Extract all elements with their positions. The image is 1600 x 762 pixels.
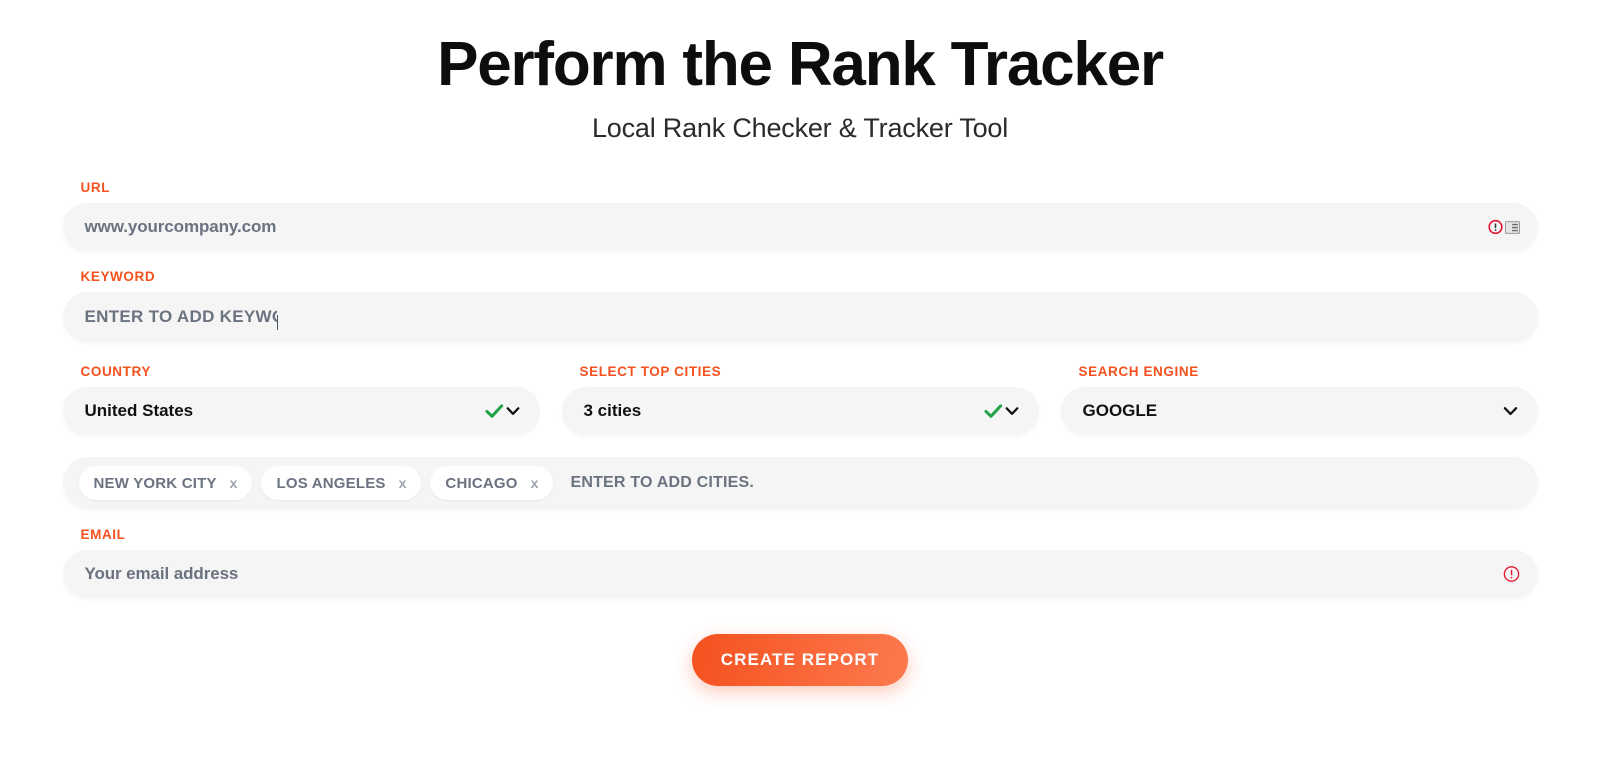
search-engine-select-adornment [1503,405,1518,417]
city-tag[interactable]: LOS ANGELES x [261,466,422,501]
city-tag-label: NEW YORK CITY [93,474,217,492]
text-cursor [276,307,286,331]
country-select-adornment [484,403,520,419]
search-engine-value: GOOGLE [1082,401,1158,421]
chevron-down-icon[interactable] [506,405,520,417]
country-label: COUNTRY [80,364,151,380]
remove-city-icon[interactable]: x [399,476,407,490]
page-header: Perform the Rank Tracker Local Rank Chec… [0,0,1600,144]
create-report-button[interactable]: CREATE REPORT [692,634,908,687]
keyword-label: KEYWORD [80,269,156,285]
error-circle-icon [1487,219,1503,235]
page-title: Perform the Rank Tracker [437,30,1164,99]
cities-placeholder: ENTER TO ADD CITIES. [570,474,755,492]
top-cities-value: 3 cities [583,401,642,421]
search-engine-field-group: SEARCH ENGINE GOOGLE [1060,364,1538,436]
email-placeholder: Your email address [84,564,239,584]
url-placeholder: www.yourcompany.com [84,217,277,237]
country-select[interactable]: United States [62,387,540,436]
url-label: URL [80,180,111,196]
search-engine-label: SEARCH ENGINE [1078,364,1199,380]
chevron-down-icon[interactable] [1005,405,1019,417]
top-cities-field-group: SELECT TOP CITIES 3 cities [561,364,1039,436]
email-label: EMAIL [80,527,126,543]
city-tag-label: CHICAGO [445,474,518,492]
remove-city-icon[interactable]: x [230,476,238,490]
chevron-down-icon[interactable] [1503,405,1518,417]
top-cities-select[interactable]: 3 cities [561,387,1039,436]
rank-tracker-page: Perform the Rank Tracker Local Rank Chec… [0,0,1600,762]
page-subtitle: Local Rank Checker & Tracker Tool [591,113,1009,144]
top-cities-label: SELECT TOP CITIES [579,364,722,380]
green-check-icon [983,403,1004,419]
top-cities-select-adornment [983,403,1019,419]
keyword-placeholder: ENTER TO ADD KEYWORD [84,307,277,327]
email-field-icons [1503,566,1520,583]
url-input[interactable]: www.yourcompany.com [62,203,1538,252]
selects-row: COUNTRY United States SELECT TOP CITIES … [62,364,1538,436]
search-engine-select[interactable]: GOOGLE [1060,387,1538,436]
email-input[interactable]: Your email address [62,550,1538,599]
rank-tracker-form: URL www.yourcompany.com KEYWORD ENTER TO… [62,144,1538,687]
country-value: United States [84,401,194,421]
green-check-icon [484,403,505,419]
error-circle-icon [1503,566,1520,583]
submit-row: CREATE REPORT [63,634,1538,687]
city-tag[interactable]: NEW YORK CITY x [78,466,253,501]
country-field-group: COUNTRY United States [62,364,540,436]
url-field-icons [1487,219,1520,235]
city-tag-label: LOS ANGELES [276,474,386,492]
cities-input[interactable]: NEW YORK CITY x LOS ANGELES x CHICAGO x … [62,457,1538,510]
keyword-field-group: KEYWORD ENTER TO ADD KEYWORD [62,269,1538,343]
email-field-group: EMAIL Your email address [62,527,1538,599]
remove-city-icon[interactable]: x [531,476,539,490]
url-field-group: URL www.yourcompany.com [62,180,1538,252]
city-tag[interactable]: CHICAGO x [430,466,554,501]
keyword-input[interactable]: ENTER TO ADD KEYWORD [62,292,1538,343]
autofill-list-icon[interactable] [1504,220,1520,234]
